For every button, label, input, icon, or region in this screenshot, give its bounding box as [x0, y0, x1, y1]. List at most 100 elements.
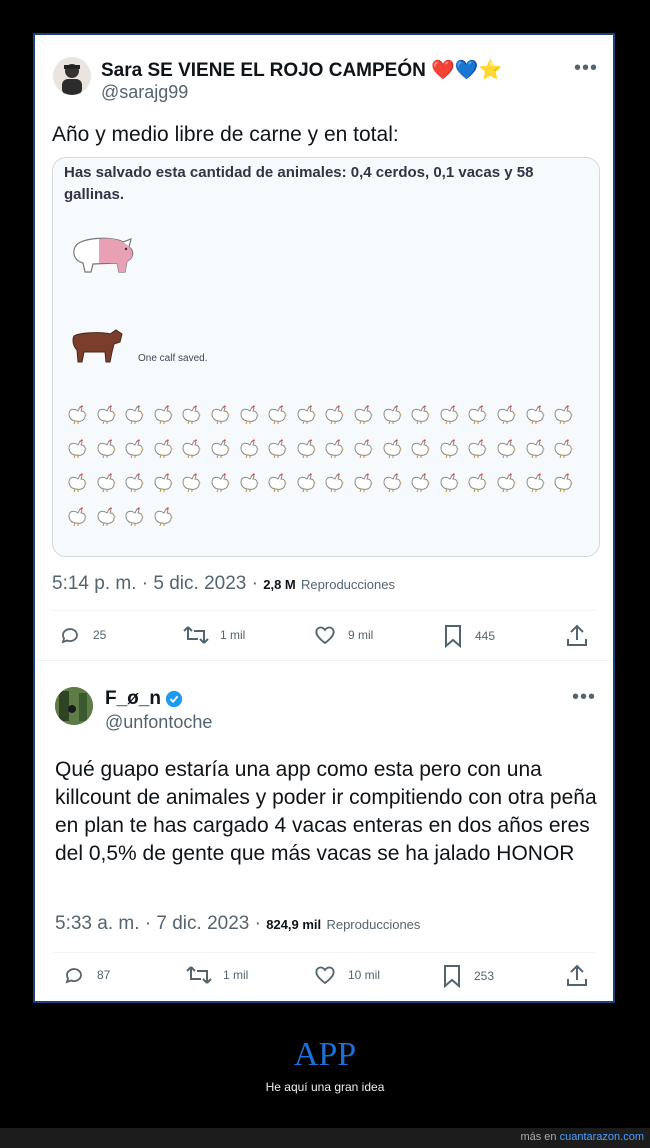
chicken-icon — [152, 437, 181, 471]
tweet-text: Año y medio libre de carne y en total: — [52, 123, 399, 146]
chicken-icon — [266, 437, 295, 471]
chicken-icon — [295, 403, 324, 437]
chicken-icon — [180, 403, 209, 437]
chicken-icon — [352, 471, 381, 505]
more-icon[interactable]: ••• — [574, 57, 598, 80]
chicken-icon — [152, 505, 181, 539]
chicken-icon — [95, 471, 124, 505]
avatar[interactable] — [55, 687, 93, 725]
chicken-icon — [152, 403, 181, 437]
chicken-icon — [438, 437, 467, 471]
pig-icon — [69, 233, 137, 280]
tweet-meta: 5:33 a. m. · 7 dic. 2023 · 824,9 mil Rep… — [55, 913, 420, 935]
retweet-button[interactable]: 1 mil — [185, 963, 248, 987]
reply-button[interactable]: 87 — [61, 963, 110, 987]
chicken-icon — [438, 471, 467, 505]
chicken-icon — [381, 403, 410, 437]
timestamp[interactable]: 5:14 p. m. · 5 dic. 2023 · — [52, 573, 258, 594]
embedded-image[interactable]: Has salvado esta cantidad de animales: 0… — [52, 157, 600, 557]
chicken-icon — [524, 437, 553, 471]
chicken-icon — [266, 403, 295, 437]
chicken-icon — [466, 471, 495, 505]
chicken-icon — [209, 471, 238, 505]
chicken-icon — [352, 437, 381, 471]
author-name[interactable]: Sara SE VIENE EL ROJO CAMPEÓN ❤️💙⭐ — [101, 58, 502, 82]
chicken-icon — [295, 471, 324, 505]
share-button[interactable] — [565, 623, 599, 649]
chicken-icon — [66, 505, 95, 539]
bookmark-button[interactable]: 445 — [441, 623, 495, 649]
chicken-icon — [552, 403, 581, 437]
chicken-icon — [495, 437, 524, 471]
brand-bar: más en cuantarazon.com — [0, 1128, 650, 1148]
bookmark-button[interactable]: 253 — [440, 963, 494, 989]
author-handle[interactable]: @unfontoche — [105, 712, 212, 733]
chicken-icon — [381, 471, 410, 505]
share-icon — [567, 624, 587, 646]
calf-note: One calf saved. — [138, 353, 208, 364]
chicken-icon — [238, 471, 267, 505]
chicken-icon — [66, 403, 95, 437]
chicken-icon — [495, 471, 524, 505]
view-count: 824,9 mil — [266, 917, 322, 932]
view-count: 2,8 M — [263, 577, 296, 592]
views-label: Reproducciones — [301, 577, 395, 592]
like-icon — [315, 966, 335, 985]
chicken-icon — [123, 403, 152, 437]
tweet-1: Sara SE VIENE EL ROJO CAMPEÓN ❤️💙⭐ @sara… — [35, 35, 613, 655]
chicken-icon — [152, 471, 181, 505]
chicken-icon — [323, 403, 352, 437]
brand-credit: más en cuantarazon.com — [520, 1131, 644, 1143]
chicken-icon — [552, 437, 581, 471]
reply-icon — [65, 968, 82, 984]
bookmark-icon — [445, 625, 461, 649]
chicken-icon — [123, 437, 152, 471]
chicken-icon — [524, 403, 553, 437]
chicken-icon — [409, 403, 438, 437]
brand-link[interactable]: cuantarazon.com — [560, 1131, 644, 1143]
more-icon[interactable]: ••• — [572, 686, 596, 709]
chicken-icon — [95, 505, 124, 539]
divider — [35, 660, 613, 661]
reply-button[interactable]: 25 — [57, 623, 106, 647]
chicken-icon — [66, 437, 95, 471]
verified-icon — [165, 690, 183, 708]
tweet-2: F_ø_n @unfontoche ••• Qué guapo estaría … — [35, 660, 613, 1000]
chicken-icon — [95, 437, 124, 471]
timestamp[interactable]: 5:33 a. m. · 7 dic. 2023 · — [55, 913, 261, 934]
chicken-icon — [466, 403, 495, 437]
like-button[interactable]: 10 mil — [312, 963, 380, 987]
chicken-icon — [209, 403, 238, 437]
chicken-icon — [323, 437, 352, 471]
chicken-icon — [524, 471, 553, 505]
avatar[interactable] — [53, 57, 91, 95]
reply-icon — [61, 628, 78, 644]
chicken-grid — [66, 403, 586, 539]
divider — [53, 952, 595, 953]
author-handle[interactable]: @sarajg99 — [101, 82, 188, 103]
divider — [53, 610, 595, 611]
chicken-icon — [352, 403, 381, 437]
chicken-icon — [209, 437, 238, 471]
bookmark-icon — [444, 965, 460, 989]
chicken-icon — [295, 437, 324, 471]
chicken-icon — [180, 471, 209, 505]
chicken-icon — [66, 471, 95, 505]
chicken-icon — [180, 437, 209, 471]
chicken-icon — [266, 471, 295, 505]
chicken-icon — [95, 403, 124, 437]
chicken-icon — [381, 437, 410, 471]
share-button[interactable] — [565, 963, 599, 989]
retweet-button[interactable]: 1 mil — [182, 623, 245, 647]
share-icon — [567, 964, 587, 986]
chicken-icon — [438, 403, 467, 437]
chicken-icon — [123, 471, 152, 505]
like-button[interactable]: 9 mil — [312, 623, 373, 647]
author-name[interactable]: F_ø_n — [105, 688, 183, 710]
screenshot-card: Sara SE VIENE EL ROJO CAMPEÓN ❤️💙⭐ @sara… — [33, 33, 615, 1003]
chicken-icon — [238, 437, 267, 471]
chicken-icon — [495, 403, 524, 437]
tweet-meta: 5:14 p. m. · 5 dic. 2023 · 2,8 M Reprodu… — [52, 573, 395, 595]
retweet-icon — [183, 626, 209, 644]
chicken-icon — [238, 403, 267, 437]
